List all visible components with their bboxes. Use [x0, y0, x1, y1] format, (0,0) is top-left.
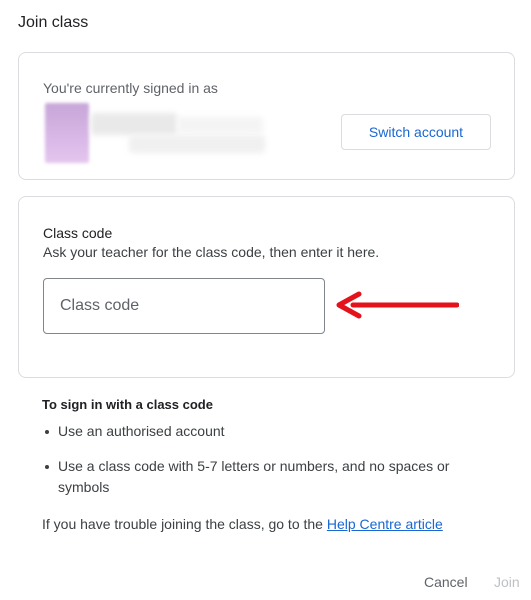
switch-account-button[interactable]: Switch account	[341, 114, 491, 150]
class-code-heading: Class code	[43, 225, 113, 241]
redacted-account-email	[129, 135, 265, 153]
signed-in-label: You're currently signed in as	[43, 80, 218, 96]
join-button[interactable]: Join	[494, 574, 520, 590]
annotation-arrow-icon	[336, 291, 459, 319]
class-code-instructions: Ask your teacher for the class code, the…	[43, 244, 380, 260]
list-item: Use a class code with 5-7 letters or num…	[42, 456, 462, 498]
info-list: Use an authorised account Use a class co…	[42, 421, 502, 498]
dialog-title: Join class	[18, 14, 89, 31]
cancel-button[interactable]: Cancel	[424, 574, 468, 590]
join-class-dialog: Join class You're currently signed in as…	[0, 0, 531, 600]
info-heading: To sign in with a class code	[42, 397, 213, 412]
redacted-account-name	[177, 117, 263, 133]
redacted-account-name	[91, 113, 177, 135]
account-card: You're currently signed in as Switch acc…	[18, 52, 515, 180]
list-item: Use an authorised account	[42, 421, 502, 442]
avatar	[45, 103, 89, 163]
class-code-card: Class code Ask your teacher for the clas…	[18, 196, 515, 378]
help-centre-link[interactable]: Help Centre article	[327, 516, 443, 532]
trouble-prefix: If you have trouble joining the class, g…	[42, 516, 327, 532]
class-code-info: To sign in with a class code Use an auth…	[42, 397, 502, 512]
class-code-input[interactable]	[43, 278, 325, 334]
trouble-text: If you have trouble joining the class, g…	[42, 516, 443, 532]
